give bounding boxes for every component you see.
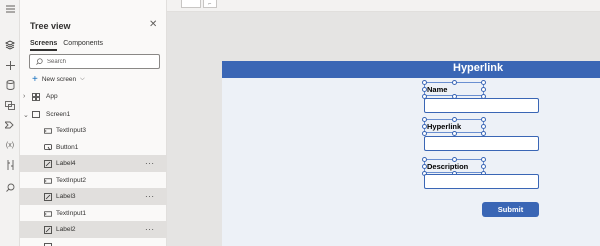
tree-item-app[interactable]: › App xyxy=(20,88,167,105)
screen-icon xyxy=(32,111,40,119)
label-icon xyxy=(44,225,52,234)
resize-handle[interactable] xyxy=(481,117,486,122)
app-screen: Hyperlink Name Hyperlink Description Sub… xyxy=(222,61,600,246)
tree-item-label2[interactable]: Label2 ··· xyxy=(20,221,167,238)
tab-components[interactable]: Components xyxy=(63,40,103,51)
resize-handle[interactable] xyxy=(481,80,486,85)
tree-item-label: TextInput3 xyxy=(56,127,86,134)
submit-button[interactable]: Submit xyxy=(482,202,539,217)
variables-icon[interactable]: (x) xyxy=(3,138,17,152)
name-input[interactable] xyxy=(424,98,539,113)
more-options-icon[interactable]: ··· xyxy=(145,159,155,168)
canvas-area: Hyperlink Name Hyperlink Description Sub… xyxy=(167,12,600,246)
new-screen-label: New screen xyxy=(41,76,77,83)
tree-item-label: Label2 xyxy=(56,226,76,233)
media-icon[interactable] xyxy=(3,98,17,112)
header-bar: Hyperlink xyxy=(222,61,600,78)
textinput-icon xyxy=(44,210,52,218)
left-nav-rail: (x) xyxy=(0,0,20,246)
tree-item-label: TextInput1 xyxy=(56,210,86,217)
chevron-down-icon[interactable]: ⌄ xyxy=(23,111,29,119)
app-icon xyxy=(32,92,40,101)
tree-view-panel: Tree view ✕ Screens Components + New scr… xyxy=(20,0,167,246)
tree-item-screen1[interactable]: ⌄ Screen1 xyxy=(20,106,167,123)
hyperlink-label[interactable]: Hyperlink xyxy=(427,122,461,131)
tree-item-textinput1[interactable]: TextInput1 xyxy=(20,205,167,222)
label-icon xyxy=(44,192,52,201)
resize-handle[interactable] xyxy=(481,87,486,92)
resize-handle[interactable] xyxy=(481,124,486,129)
undo-icon[interactable]: ⌐ xyxy=(203,0,217,8)
tree-item-label4[interactable]: Label4 ··· xyxy=(20,155,167,172)
tree-tabs: Screens Components xyxy=(30,40,103,51)
hamburger-icon[interactable] xyxy=(3,2,17,16)
resize-handle[interactable] xyxy=(481,157,486,162)
more-options-icon[interactable]: ··· xyxy=(145,192,155,201)
top-toolbar: ⌐ xyxy=(167,0,600,12)
tab-screens[interactable]: Screens xyxy=(30,40,58,51)
tree-item-button1[interactable]: Button1 xyxy=(20,139,167,156)
tree-item-label3[interactable]: Label3 ··· xyxy=(20,188,167,205)
name-label[interactable]: Name xyxy=(427,85,447,94)
chevron-right-icon[interactable]: › xyxy=(23,93,25,100)
header-title: Hyperlink xyxy=(453,62,504,74)
tree-item-textinput3[interactable]: TextInput3 xyxy=(20,122,167,139)
new-screen-button[interactable]: + New screen ⌵ xyxy=(32,74,85,85)
label-icon xyxy=(44,242,52,246)
hyperlink-input[interactable] xyxy=(424,136,539,151)
insert-icon[interactable] xyxy=(3,58,17,72)
power-automate-icon[interactable] xyxy=(3,118,17,132)
resize-handle[interactable] xyxy=(481,164,486,169)
description-input[interactable] xyxy=(424,174,539,189)
description-label[interactable]: Description xyxy=(427,162,468,171)
advanced-tools-icon[interactable] xyxy=(3,158,17,172)
variables-label: (x) xyxy=(5,141,15,149)
tree-view-title: Tree view xyxy=(30,21,71,31)
search-box xyxy=(29,54,160,69)
toolbar-button[interactable] xyxy=(181,0,201,8)
tree-item-label: Button1 xyxy=(56,144,79,151)
data-icon[interactable] xyxy=(3,78,17,92)
layers-icon[interactable] xyxy=(3,38,17,52)
tree-item-label: TextInput2 xyxy=(56,177,86,184)
textinput-icon xyxy=(44,127,52,135)
tree-item-label: Screen1 xyxy=(46,111,71,118)
search-icon xyxy=(36,58,43,65)
textinput-icon xyxy=(44,177,52,185)
tree-item-label: Label4 xyxy=(56,160,76,167)
resize-handle[interactable] xyxy=(452,80,457,85)
close-icon[interactable]: ✕ xyxy=(149,19,157,30)
label-icon xyxy=(44,159,52,168)
tree-item-label: Label3 xyxy=(56,193,76,200)
more-options-icon[interactable]: ··· xyxy=(145,225,155,234)
tree-item-partial[interactable] xyxy=(20,238,167,246)
tree-item-textinput2[interactable]: TextInput2 xyxy=(20,172,167,189)
plus-icon: + xyxy=(32,74,38,85)
chevron-down-icon: ⌵ xyxy=(80,76,85,82)
button-icon xyxy=(44,144,52,152)
search-icon[interactable] xyxy=(3,180,17,194)
search-input[interactable] xyxy=(47,58,157,65)
tree-item-label: App xyxy=(46,93,58,100)
